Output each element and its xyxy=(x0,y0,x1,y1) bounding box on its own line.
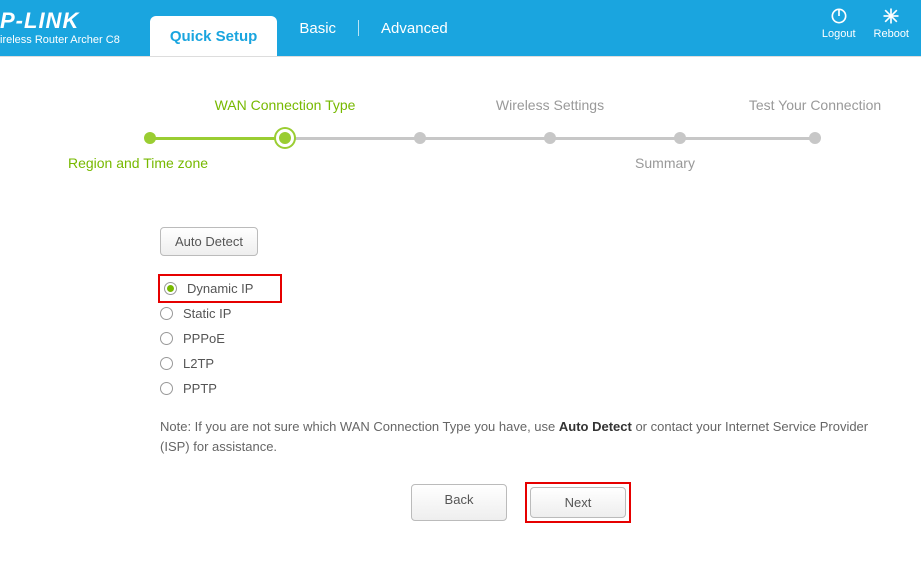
radio-label: PPPoE xyxy=(183,331,225,346)
radio-icon xyxy=(160,307,173,320)
logout-button[interactable]: Logout xyxy=(822,6,856,40)
next-button[interactable]: Next xyxy=(530,487,626,518)
step-dot-2 xyxy=(279,132,291,144)
step-label-test: Test Your Connection xyxy=(749,97,881,113)
brand-logo: P-LINK xyxy=(0,10,120,32)
note-pre: Note: If you are not sure which WAN Conn… xyxy=(160,419,559,434)
radio-dynamic-ip[interactable]: Dynamic IP xyxy=(160,276,280,301)
tab-quick-setup[interactable]: Quick Setup xyxy=(150,16,278,56)
auto-detect-button[interactable]: Auto Detect xyxy=(160,227,258,256)
step-label-region: Region and Time zone xyxy=(68,155,208,171)
radio-icon xyxy=(160,382,173,395)
auto-detect-row: Auto Detect xyxy=(160,227,880,256)
stepper-labels-bottom: Region and Time zone Summary xyxy=(20,155,901,179)
step-dot-3 xyxy=(414,132,426,144)
header: P-LINK ireless Router Archer C8 Quick Se… xyxy=(0,0,921,56)
next-highlight: Next xyxy=(527,484,629,521)
tab-advanced[interactable]: Advanced xyxy=(359,0,470,56)
track-line-done xyxy=(150,137,285,140)
brand: P-LINK ireless Router Archer C8 xyxy=(0,10,120,46)
radio-icon xyxy=(164,282,177,295)
reboot-button[interactable]: Reboot xyxy=(874,6,909,40)
back-button[interactable]: Back xyxy=(411,484,507,521)
power-icon xyxy=(829,6,849,26)
step-dot-6 xyxy=(809,132,821,144)
stepper-labels-top: WAN Connection Type Wireless Settings Te… xyxy=(20,97,901,121)
wan-type-radio-group: Dynamic IP Static IP PPPoE L2TP PPTP xyxy=(160,276,880,401)
step-label-wireless: Wireless Settings xyxy=(496,97,604,113)
nav-buttons: Back Next xyxy=(160,484,880,521)
step-dot-1 xyxy=(144,132,156,144)
radio-l2tp[interactable]: L2TP xyxy=(160,351,880,376)
radio-pppoe[interactable]: PPPoE xyxy=(160,326,880,351)
asterisk-icon xyxy=(881,6,901,26)
radio-static-ip[interactable]: Static IP xyxy=(160,301,880,326)
note-bold: Auto Detect xyxy=(559,419,632,434)
header-actions: Logout Reboot xyxy=(822,6,909,40)
brand-subtitle: ireless Router Archer C8 xyxy=(0,34,120,46)
content: WAN Connection Type Wireless Settings Te… xyxy=(0,57,921,551)
radio-label: L2TP xyxy=(183,356,214,371)
note-text: Note: If you are not sure which WAN Conn… xyxy=(160,417,880,456)
step-dot-5 xyxy=(674,132,686,144)
step-label-summary: Summary xyxy=(635,155,695,171)
radio-label: PPTP xyxy=(183,381,217,396)
step-label-wan: WAN Connection Type xyxy=(215,97,356,113)
radio-label: Dynamic IP xyxy=(187,281,253,296)
radio-icon xyxy=(160,332,173,345)
tab-divider xyxy=(358,20,359,36)
stepper-track xyxy=(20,131,901,145)
tab-basic[interactable]: Basic xyxy=(277,0,358,56)
form-area: Auto Detect Dynamic IP Static IP PPPoE L… xyxy=(160,227,880,521)
nav-tabs: Quick Setup Basic Advanced xyxy=(150,0,470,56)
radio-pptp[interactable]: PPTP xyxy=(160,376,880,401)
radio-label: Static IP xyxy=(183,306,231,321)
reboot-label: Reboot xyxy=(874,28,909,40)
step-dot-4 xyxy=(544,132,556,144)
logout-label: Logout xyxy=(822,28,856,40)
radio-icon xyxy=(160,357,173,370)
stepper: WAN Connection Type Wireless Settings Te… xyxy=(20,97,901,187)
